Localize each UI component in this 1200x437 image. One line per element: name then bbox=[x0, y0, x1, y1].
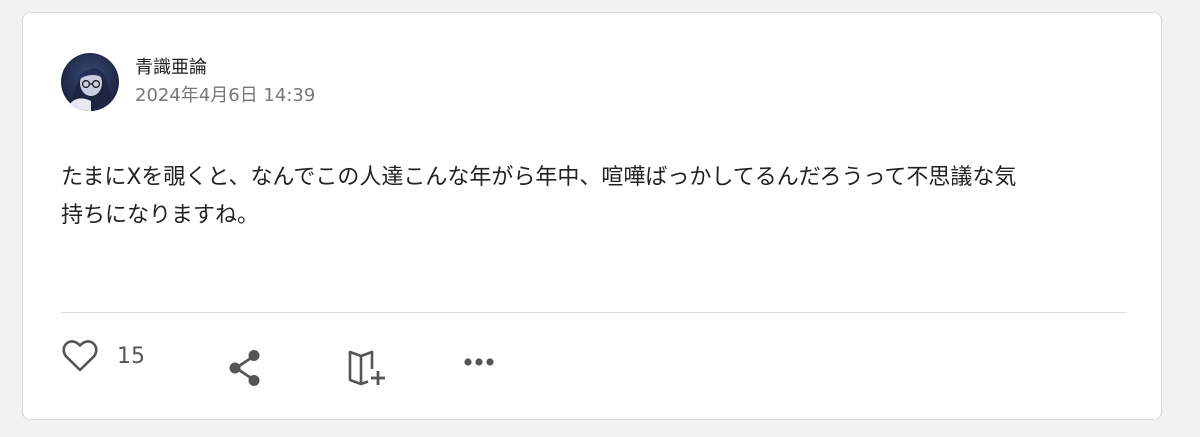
avatar[interactable] bbox=[61, 53, 119, 111]
add-to-book-button[interactable] bbox=[346, 349, 388, 387]
book-add-icon bbox=[348, 350, 385, 386]
author-name[interactable]: 青識亜論 bbox=[135, 55, 315, 81]
more-button[interactable] bbox=[463, 357, 495, 367]
post-meta: 青識亜論 2024年4月6日 14:39 bbox=[135, 55, 315, 109]
post-body: たまにXを覗くと、なんでこの人達こんな年がら年中、喧嘩ばっかしてるんだろうって不… bbox=[61, 159, 1121, 235]
post-body-line: 持ちになりますね。 bbox=[61, 203, 260, 228]
like-count: 15 bbox=[117, 343, 145, 369]
divider bbox=[61, 312, 1127, 313]
share-button[interactable] bbox=[227, 349, 263, 387]
heart-icon bbox=[62, 340, 98, 372]
post-body-line: たまにXを覗くと、なんでこの人達こんな年がら年中、喧嘩ばっかしてるんだろうって不… bbox=[61, 165, 1017, 190]
more-horizontal-icon bbox=[464, 358, 494, 366]
avatar-image bbox=[61, 53, 119, 111]
like-button[interactable]: 15 bbox=[61, 339, 145, 373]
post-timestamp[interactable]: 2024年4月6日 14:39 bbox=[135, 83, 315, 109]
post-header: 青識亜論 2024年4月6日 14:39 bbox=[61, 53, 315, 111]
share-icon bbox=[229, 350, 260, 386]
post-card: 青識亜論 2024年4月6日 14:39 たまにXを覗くと、なんでこの人達こんな… bbox=[22, 12, 1162, 420]
